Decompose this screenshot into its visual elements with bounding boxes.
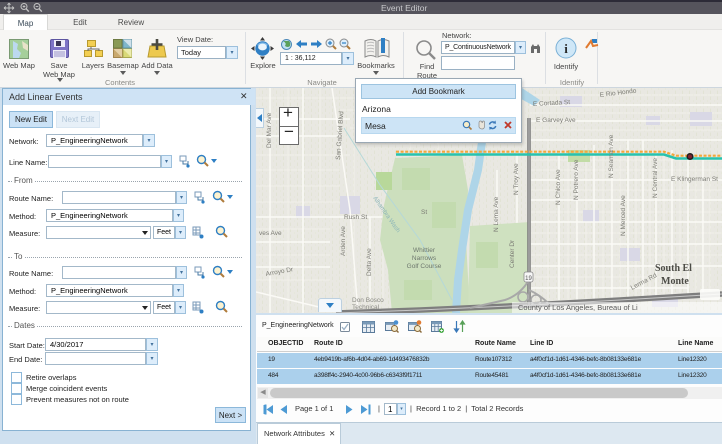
svg-text:N Chico Ave: N Chico Ave	[555, 169, 562, 205]
svg-text:E Garvey Ave: E Garvey Ave	[536, 117, 576, 124]
svg-text:N Potrero Ave: N Potrero Ave	[573, 159, 580, 200]
svg-text:N Central Ave: N Central Ave	[652, 158, 659, 198]
svg-text:Rush St: Rush St	[344, 214, 367, 221]
svg-text:Del Mar Ave: Del Mar Ave	[266, 112, 273, 148]
svg-text:N Lema Ave: N Lema Ave	[493, 196, 500, 232]
svg-text:Narrows: Narrows	[412, 255, 437, 262]
svg-text:Center Dr: Center Dr	[509, 239, 516, 268]
svg-text:Golf Course: Golf Course	[407, 263, 442, 270]
svg-text:N Troy Ave: N Troy Ave	[513, 163, 520, 195]
svg-text:N Seaman Ave: N Seaman Ave	[608, 134, 615, 178]
svg-text:St: St	[421, 209, 427, 216]
svg-text:Whittier: Whittier	[413, 247, 436, 254]
svg-text:South El: South El	[655, 263, 692, 274]
svg-text:Delta Ave: Delta Ave	[366, 248, 373, 276]
svg-text:E Klingerman St: E Klingerman St	[671, 176, 718, 183]
svg-text:County of Los Angeles, Bureau: County of Los Angeles, Bureau of Li	[518, 303, 638, 312]
svg-text:ves Ave: ves Ave	[259, 230, 282, 237]
svg-text:Monte: Monte	[661, 276, 689, 287]
svg-text:Technical: Technical	[352, 304, 380, 311]
svg-text:Don Bosco: Don Bosco	[352, 297, 384, 304]
svg-text:i: i	[564, 41, 568, 56]
svg-text:N Merced Ave: N Merced Ave	[620, 195, 627, 236]
svg-text:Arden Ave: Arden Ave	[340, 226, 347, 256]
svg-text:19: 19	[525, 276, 532, 282]
